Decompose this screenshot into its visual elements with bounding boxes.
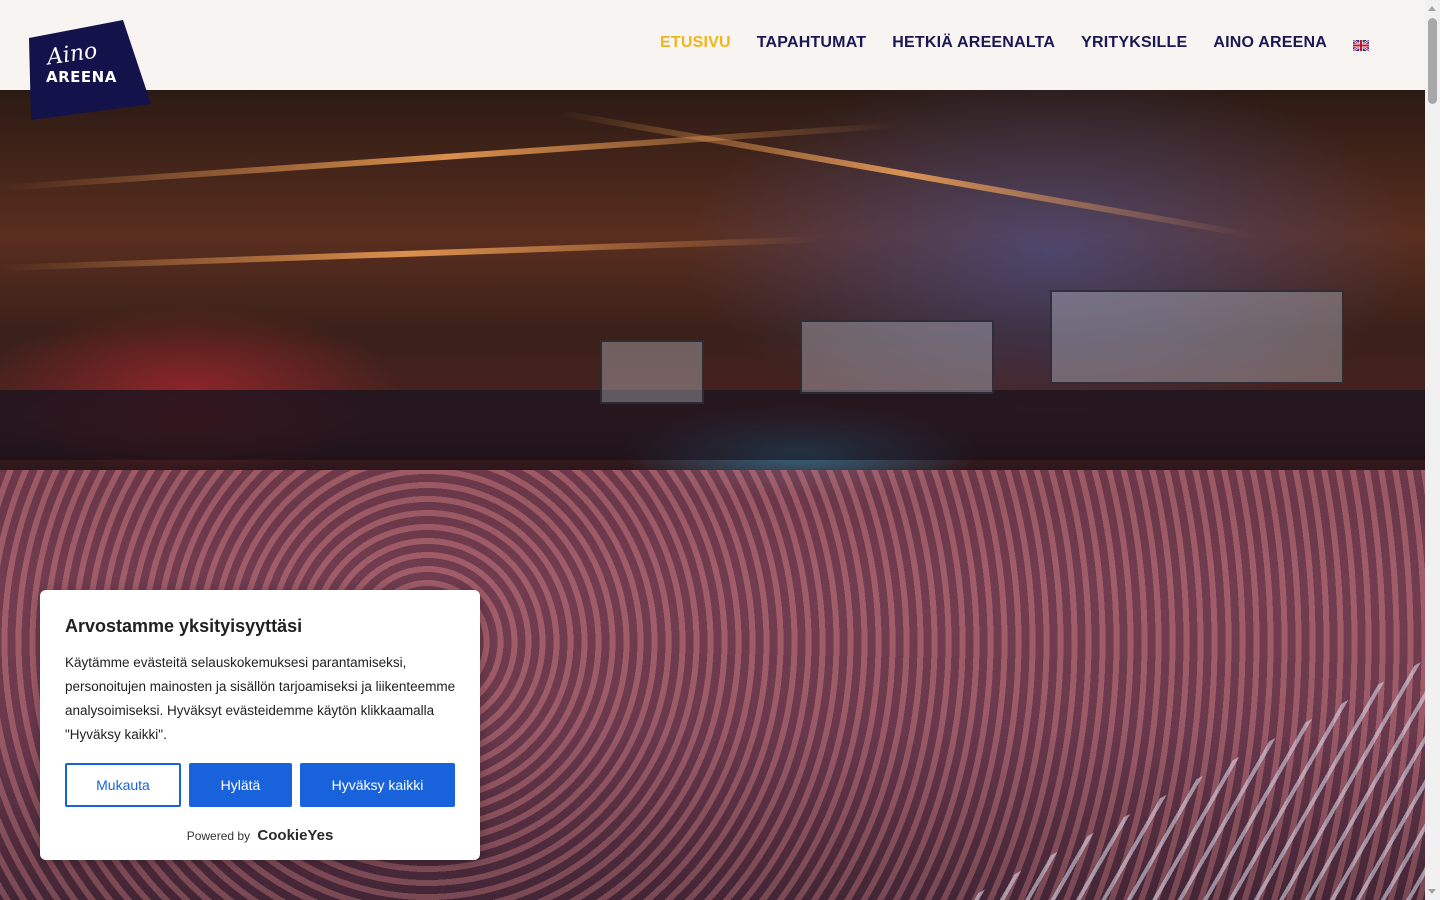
cookie-consent-banner: Arvostamme yksityisyyttäsi Käytämme eväs… [40, 590, 480, 860]
cookieyes-logo[interactable]: CookieYes [257, 827, 333, 844]
customize-button[interactable]: Mukauta [65, 763, 181, 807]
nav-item-yrityksille[interactable]: YRITYKSILLE [1081, 34, 1187, 52]
arena-balcony [0, 390, 1425, 460]
nav-item-tapahtumat[interactable]: TAPAHTUMAT [757, 34, 867, 52]
site-header: Aino AREENA ETUSIVU TAPAHTUMAT HETKIÄ AR… [0, 0, 1425, 120]
ceiling-light-strip [0, 122, 899, 191]
arena-window [1050, 290, 1344, 384]
uk-flag-icon[interactable] [1352, 38, 1370, 52]
ceiling-light-strip [0, 236, 820, 271]
nav-item-aino-areena[interactable]: AINO AREENA [1213, 34, 1327, 52]
nav-item-etusivu[interactable]: ETUSIVU [660, 34, 731, 52]
ceiling-light-strip [559, 110, 1250, 238]
page-scrollbar[interactable] [1425, 0, 1440, 900]
powered-by-note: Powered by CookieYes [40, 827, 480, 844]
accept-all-button[interactable]: Hyväksy kaikki [300, 763, 455, 807]
logo-wordmark: AREENA [46, 68, 117, 86]
reject-button[interactable]: Hylätä [189, 763, 292, 807]
arena-window [800, 320, 994, 394]
cookie-banner-description: Käytämme evästeitä selauskokemuksesi par… [65, 655, 456, 742]
cookie-banner-title: Arvostamme yksityisyyttäsi [65, 616, 303, 636]
arena-window [600, 340, 704, 404]
main-navigation: ETUSIVU TAPAHTUMAT HETKIÄ AREENALTA YRIT… [660, 34, 1370, 52]
scrollbar-thumb[interactable] [1428, 18, 1437, 104]
powered-by-label: Powered by [186, 829, 251, 843]
nav-item-hetkia-areenalta[interactable]: HETKIÄ AREENALTA [892, 34, 1055, 52]
scroll-up-arrow-icon[interactable] [1428, 6, 1436, 11]
scroll-down-arrow-icon[interactable] [1428, 889, 1436, 894]
aino-areena-logo[interactable]: Aino AREENA [29, 20, 151, 120]
